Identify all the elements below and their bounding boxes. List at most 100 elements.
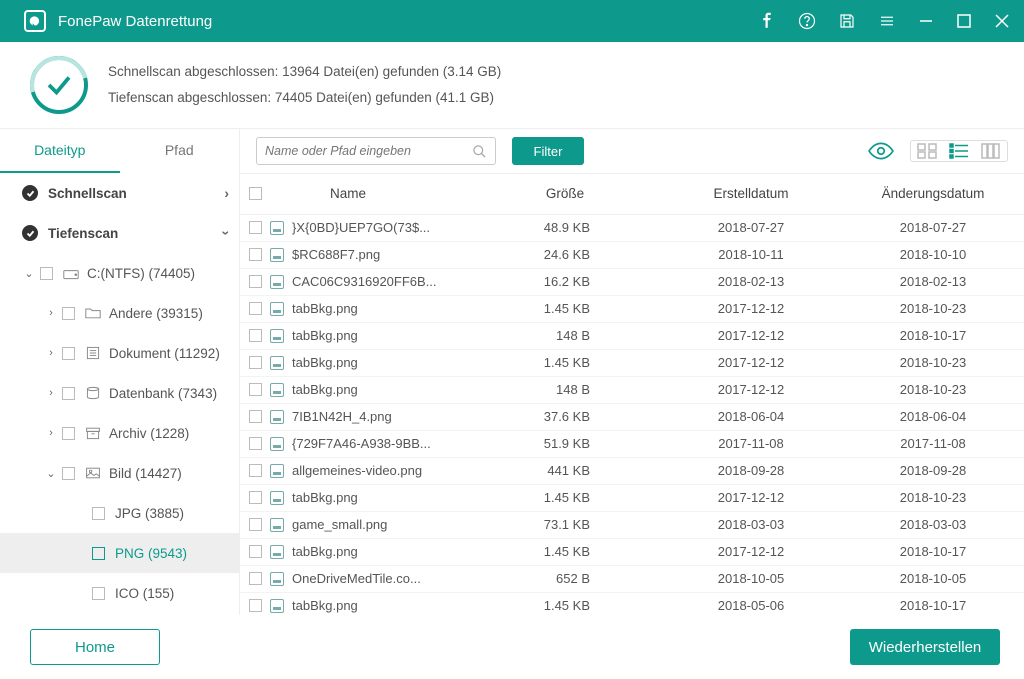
file-modified: 2018-10-17 — [842, 538, 1024, 565]
tree-sub-png[interactable]: PNG (9543) — [0, 533, 239, 573]
file-modified: 2018-02-13 — [842, 268, 1024, 295]
maximize-button[interactable] — [956, 13, 972, 29]
file-name: {729F7A46-A938-9BB... — [292, 436, 431, 451]
row-checkbox[interactable] — [249, 248, 262, 261]
table-row[interactable]: allgemeines-video.png441 KB2018-09-28201… — [240, 457, 1024, 484]
checkmark-circle-icon — [30, 56, 88, 114]
file-modified: 2018-10-10 — [842, 241, 1024, 268]
save-icon[interactable] — [838, 12, 856, 30]
checkbox[interactable] — [62, 387, 75, 400]
database-icon — [85, 386, 101, 400]
list-view-icon[interactable] — [949, 143, 969, 159]
checkbox[interactable] — [92, 587, 105, 600]
table-row[interactable]: tabBkg.png1.45 KB2018-05-062018-10-17 — [240, 592, 1024, 615]
row-checkbox[interactable] — [249, 383, 262, 396]
titlebar: FonePaw Datenrettung — [0, 0, 1024, 42]
table-row[interactable]: CAC06C9316920FF6B...16.2 KB2018-02-13201… — [240, 268, 1024, 295]
row-checkbox[interactable] — [249, 491, 262, 504]
recover-button[interactable]: Wiederherstellen — [850, 629, 1000, 665]
checkbox[interactable] — [92, 547, 105, 560]
help-icon[interactable] — [798, 12, 816, 30]
column-view-icon[interactable] — [981, 143, 1001, 159]
file-modified: 2018-06-04 — [842, 403, 1024, 430]
file-icon — [270, 329, 284, 343]
file-icon — [270, 410, 284, 424]
row-checkbox[interactable] — [249, 410, 262, 423]
table-row[interactable]: tabBkg.png1.45 KB2017-12-122018-10-23 — [240, 295, 1024, 322]
file-size: 51.9 KB — [470, 430, 660, 457]
table-row[interactable]: tabBkg.png1.45 KB2017-12-122018-10-17 — [240, 538, 1024, 565]
chevron-down-icon: › — [219, 231, 235, 236]
search-input[interactable] — [265, 144, 472, 158]
row-checkbox[interactable] — [249, 518, 262, 531]
table-row[interactable]: 7IB1N42H_4.png37.6 KB2018-06-042018-06-0… — [240, 403, 1024, 430]
tree-cat-archiv[interactable]: › Archiv (1228) — [0, 413, 239, 453]
file-created: 2018-02-13 — [660, 268, 842, 295]
tree-cat-datenbank[interactable]: › Datenbank (7343) — [0, 373, 239, 413]
table-row[interactable]: OneDriveMedTile.co...652 B2018-10-052018… — [240, 565, 1024, 592]
preview-icon[interactable] — [868, 142, 894, 160]
tree-cat-dokument[interactable]: › Dokument (11292) — [0, 333, 239, 373]
row-checkbox[interactable] — [249, 356, 262, 369]
file-icon — [270, 302, 284, 316]
row-checkbox[interactable] — [249, 329, 262, 342]
table-row[interactable]: {729F7A46-A938-9BB...51.9 KB2017-11-0820… — [240, 430, 1024, 457]
tree-quickscan[interactable]: Schnellscan › — [0, 173, 239, 213]
file-icon — [270, 599, 284, 613]
tree-deepscan[interactable]: Tiefenscan › — [0, 213, 239, 253]
close-button[interactable] — [994, 13, 1010, 29]
row-checkbox[interactable] — [249, 545, 262, 558]
file-modified: 2018-10-23 — [842, 349, 1024, 376]
minimize-button[interactable] — [918, 13, 934, 29]
file-name: allgemeines-video.png — [292, 463, 422, 478]
facebook-icon[interactable] — [758, 12, 776, 30]
filter-button[interactable]: Filter — [512, 137, 584, 165]
file-icon — [270, 356, 284, 370]
table-row[interactable]: tabBkg.png148 B2017-12-122018-10-23 — [240, 376, 1024, 403]
row-checkbox[interactable] — [249, 572, 262, 585]
row-checkbox[interactable] — [249, 275, 262, 288]
checkbox[interactable] — [62, 347, 75, 360]
table-row[interactable]: $RC688F7.png24.6 KB2018-10-112018-10-10 — [240, 241, 1024, 268]
row-checkbox[interactable] — [249, 464, 262, 477]
row-checkbox[interactable] — [249, 302, 262, 315]
grid-view-icon[interactable] — [917, 143, 937, 159]
tree-sub-jpg[interactable]: JPG (3885) — [0, 493, 239, 533]
file-created: 2018-10-11 — [660, 241, 842, 268]
home-button[interactable]: Home — [30, 629, 160, 665]
tree-sub-ico[interactable]: ICO (155) — [0, 573, 239, 613]
tab-path[interactable]: Pfad — [120, 129, 240, 173]
file-size: 1.45 KB — [470, 349, 660, 376]
search-input-wrap[interactable] — [256, 137, 496, 165]
row-checkbox[interactable] — [249, 599, 262, 612]
file-modified: 2017-11-08 — [842, 430, 1024, 457]
row-checkbox[interactable] — [249, 221, 262, 234]
file-size: 148 B — [470, 376, 660, 403]
file-size: 16.2 KB — [470, 268, 660, 295]
file-icon — [270, 383, 284, 397]
checkbox[interactable] — [62, 427, 75, 440]
file-modified: 2018-10-23 — [842, 376, 1024, 403]
table-row[interactable]: tabBkg.png1.45 KB2017-12-122018-10-23 — [240, 484, 1024, 511]
tab-filetype[interactable]: Dateityp — [0, 129, 120, 173]
table-row[interactable]: tabBkg.png1.45 KB2017-12-122018-10-23 — [240, 349, 1024, 376]
tree-cat-bild[interactable]: ⌄ Bild (14427) — [0, 453, 239, 493]
table-row[interactable]: tabBkg.png148 B2017-12-122018-10-17 — [240, 322, 1024, 349]
row-checkbox[interactable] — [249, 437, 262, 450]
col-name[interactable]: Name — [270, 174, 470, 214]
col-created[interactable]: Erstelldatum — [660, 174, 842, 214]
checkbox[interactable] — [40, 267, 53, 280]
menu-icon[interactable] — [878, 12, 896, 30]
file-created: 2017-12-12 — [660, 349, 842, 376]
col-size[interactable]: Größe — [470, 174, 660, 214]
checkbox[interactable] — [92, 507, 105, 520]
tree-cat-andere[interactable]: › Andere (39315) — [0, 293, 239, 333]
tree-drive[interactable]: ⌄ C:(NTFS) (74405) — [0, 253, 239, 293]
table-row[interactable]: game_small.png73.1 KB2018-03-032018-03-0… — [240, 511, 1024, 538]
select-all-checkbox[interactable] — [249, 187, 262, 200]
col-modified[interactable]: Änderungsdatum — [842, 174, 1024, 214]
checkbox[interactable] — [62, 467, 75, 480]
table-row[interactable]: }X{0BD}UEP7GO(73$...48.9 KB2018-07-27201… — [240, 214, 1024, 241]
checkbox[interactable] — [62, 307, 75, 320]
file-created: 2018-07-27 — [660, 214, 842, 241]
